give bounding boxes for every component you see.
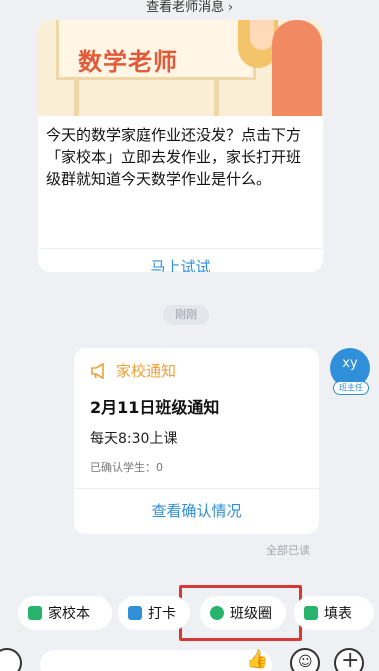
toolbar-item-class-circle[interactable]: 班级圈: [200, 596, 286, 630]
confirm-count: 已确认学生：0: [90, 461, 163, 474]
toolbar-item-label: 家校本: [48, 606, 90, 622]
chevron-right-icon: ›: [228, 0, 233, 14]
message-input[interactable]: [40, 650, 272, 671]
try-now-button[interactable]: 马上试试: [38, 256, 323, 272]
read-status: 全部已读: [266, 544, 310, 557]
notice-type-label: 家校通知: [116, 362, 177, 380]
promo-banner-title: 数学老师: [78, 48, 178, 76]
toolbar-item-label: 填表: [324, 606, 352, 622]
toolbar-item-label: 打卡: [148, 606, 176, 622]
promo-text: 今天的数学家庭作业还没发？点击下方「家校本」立即去发作业，家长打开班级群就知道今…: [46, 126, 302, 188]
sender-role-badge: 班主任: [333, 381, 369, 395]
notice-title: 2月11日班级通知: [90, 398, 220, 417]
message-composer: 👍 ☺ +: [0, 648, 379, 671]
toolbar-item-checkin[interactable]: 打卡: [118, 596, 190, 630]
notice-header: 家校通知: [90, 360, 176, 381]
view-teacher-messages-label: 查看老师消息: [146, 0, 225, 15]
toolbar-item-homework-book[interactable]: 家校本: [18, 596, 112, 630]
toolbar-item-label: 班级圈: [230, 606, 272, 622]
timestamp: 刚刚: [163, 305, 209, 325]
class-circle-icon: [210, 606, 224, 620]
divider: [38, 248, 323, 249]
thumbs-up-icon[interactable]: 👍: [246, 649, 268, 670]
emoji-icon[interactable]: ☺: [290, 648, 320, 671]
quick-toolbar: 家校本 打卡 班级圈 填表: [0, 596, 379, 632]
megaphone-icon: [91, 362, 104, 379]
checkin-icon: [128, 606, 142, 620]
toolbar-item-form[interactable]: 填表: [294, 596, 374, 630]
promo-card: 数学老师 今天的数学家庭作业还没发？点击下方「家校本」立即去发作业，家长打开班级…: [38, 20, 323, 272]
divider: [74, 488, 319, 489]
notice-body: 每天8:30上课: [90, 431, 178, 447]
homework-book-icon: [28, 606, 42, 620]
notice-card[interactable]: 家校通知 2月11日班级通知 每天8:30上课 已确认学生：0 查看确认情况: [74, 348, 319, 534]
plus-icon[interactable]: +: [334, 648, 364, 671]
view-teacher-messages-link[interactable]: 查看老师消息 ›: [0, 0, 379, 16]
form-icon: [304, 606, 318, 620]
promo-banner-image: 数学老师: [38, 20, 323, 116]
view-confirmation-button[interactable]: 查看确认情况: [74, 500, 319, 521]
microphone-icon[interactable]: [0, 648, 22, 671]
